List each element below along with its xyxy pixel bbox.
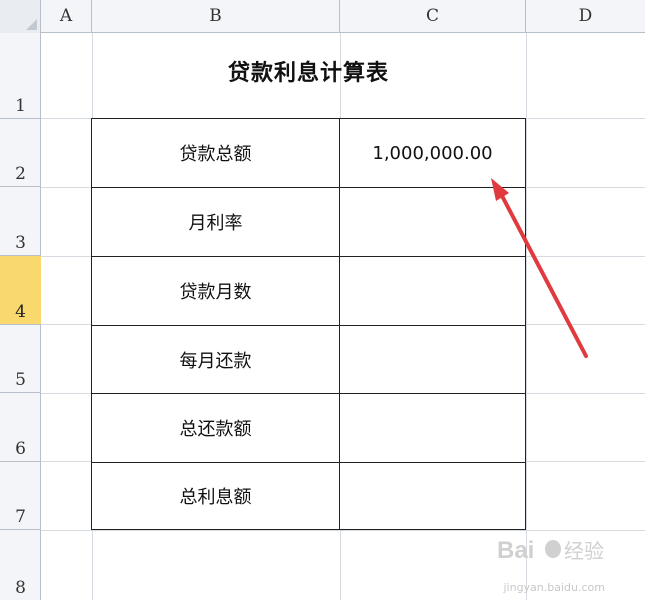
baidu-watermark-logo: Bai 经验 (497, 537, 604, 564)
arrow-head-icon (491, 178, 509, 201)
watermark-site-text: jingyan.baidu.com (503, 581, 605, 594)
svg-text:Bai: Bai (497, 537, 534, 564)
svg-text:经验: 经验 (564, 539, 604, 563)
red-arrow-annotation (491, 178, 588, 358)
